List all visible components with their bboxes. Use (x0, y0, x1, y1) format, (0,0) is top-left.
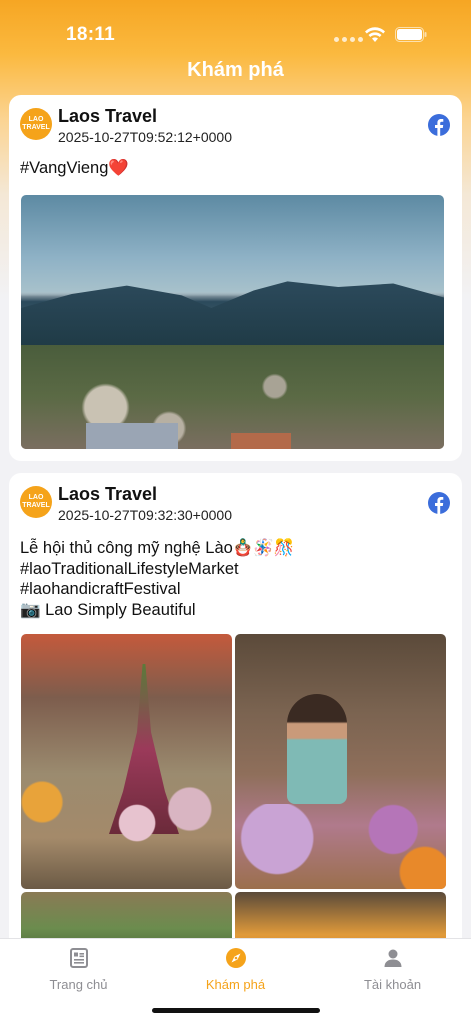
post-timestamp: 2025-10-27T09:52:12+0000 (58, 129, 232, 145)
post-text: #VangVieng❤️ (20, 159, 129, 177)
wifi-icon (365, 27, 385, 42)
post-photo[interactable] (235, 634, 446, 889)
tab-label: Trang chủ (49, 977, 108, 992)
screen: 18:11 Khám phá LAO TRAVEL Laos Travel 20… (0, 0, 471, 1024)
status-time: 18:11 (66, 24, 116, 45)
tab-label: Khám phá (205, 977, 266, 992)
author-name[interactable]: Laos Travel (58, 484, 157, 505)
avatar-logo-text: LAO (28, 116, 44, 123)
post-card[interactable]: LAO TRAVEL Laos Travel 2025-10-27T09:52:… (9, 95, 462, 461)
person-icon (384, 949, 401, 967)
home-indicator[interactable] (152, 1008, 320, 1013)
author-name[interactable]: Laos Travel (58, 106, 157, 127)
facebook-icon[interactable] (428, 492, 450, 514)
avatar-logo-subtext: TRAVEL (22, 502, 50, 509)
cellular-signal-icon (334, 37, 363, 42)
tab-explore[interactable]: Khám phá (157, 947, 314, 992)
facebook-icon[interactable] (428, 114, 450, 136)
tab-home[interactable]: Trang chủ (0, 947, 157, 992)
author-avatar[interactable]: LAO TRAVEL (20, 108, 52, 140)
newspaper-icon (69, 948, 88, 968)
tab-account[interactable]: Tài khoản (314, 947, 471, 992)
compass-icon (225, 948, 246, 968)
post-text: Lễ hội thủ công mỹ nghệ Lào🪆🪅🎊 #laoTradi… (20, 539, 295, 619)
post-photo[interactable] (21, 195, 444, 449)
author-avatar[interactable]: LAO TRAVEL (20, 486, 52, 518)
tab-label: Tài khoản (363, 977, 422, 992)
battery-icon (395, 27, 427, 42)
post-card[interactable]: LAO TRAVEL Laos Travel 2025-10-27T09:32:… (9, 473, 462, 953)
status-bar: 18:11 (0, 0, 471, 60)
post-timestamp: 2025-10-27T09:32:30+0000 (58, 507, 232, 523)
avatar-logo-text: LAO (28, 494, 44, 501)
post-photo[interactable] (21, 634, 232, 889)
avatar-logo-subtext: TRAVEL (22, 124, 50, 131)
page-title: Khám phá (187, 59, 284, 81)
